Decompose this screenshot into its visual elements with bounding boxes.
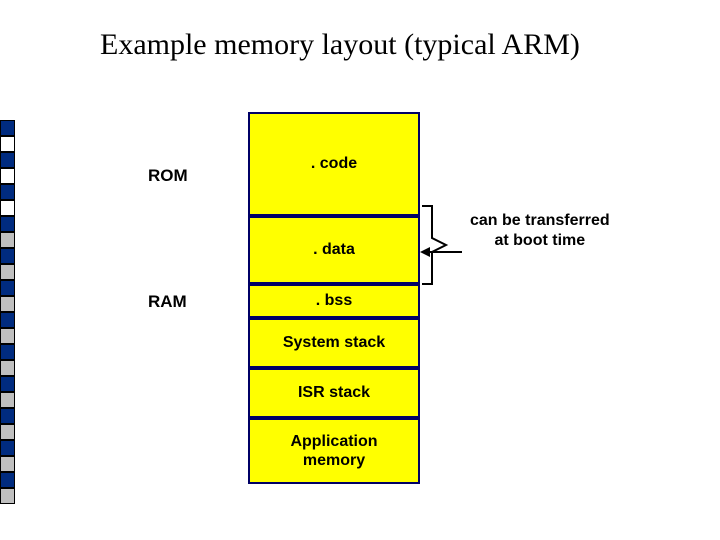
sidebar-block bbox=[0, 360, 15, 376]
sidebar-block bbox=[0, 328, 15, 344]
sidebar-block bbox=[0, 424, 15, 440]
rom-label: ROM bbox=[148, 166, 188, 186]
bracket-icon bbox=[420, 204, 450, 286]
cell-bss: . bss bbox=[248, 284, 420, 318]
cell-data: . data bbox=[248, 216, 420, 284]
slide-title: Example memory layout (typical ARM) bbox=[100, 28, 580, 62]
sidebar-block bbox=[0, 312, 15, 328]
sidebar-block bbox=[0, 120, 15, 136]
cell-system-stack: System stack bbox=[248, 318, 420, 368]
sidebar-block bbox=[0, 200, 15, 216]
sidebar-block bbox=[0, 136, 15, 152]
sidebar-block bbox=[0, 472, 15, 488]
arrow-left-icon bbox=[420, 246, 462, 258]
sidebar-block bbox=[0, 152, 15, 168]
sidebar-block bbox=[0, 280, 15, 296]
sidebar-block bbox=[0, 248, 15, 264]
sidebar-block bbox=[0, 456, 15, 472]
sidebar-block bbox=[0, 184, 15, 200]
sidebar-block bbox=[0, 488, 15, 504]
cell-app-memory: Application memory bbox=[248, 418, 420, 484]
cell-isr-stack: ISR stack bbox=[248, 368, 420, 418]
sidebar-block bbox=[0, 296, 15, 312]
note-transfer: can be transferred at boot time bbox=[470, 211, 610, 251]
sidebar-block bbox=[0, 232, 15, 248]
sidebar-block bbox=[0, 408, 15, 424]
sidebar-block bbox=[0, 264, 15, 280]
sidebar-block bbox=[0, 376, 15, 392]
cell-code: . code bbox=[248, 112, 420, 216]
ram-label: RAM bbox=[148, 292, 187, 312]
sidebar-block bbox=[0, 344, 15, 360]
sidebar-block bbox=[0, 392, 15, 408]
sidebar-block bbox=[0, 216, 15, 232]
sidebar-block bbox=[0, 440, 15, 456]
sidebar-block bbox=[0, 168, 15, 184]
